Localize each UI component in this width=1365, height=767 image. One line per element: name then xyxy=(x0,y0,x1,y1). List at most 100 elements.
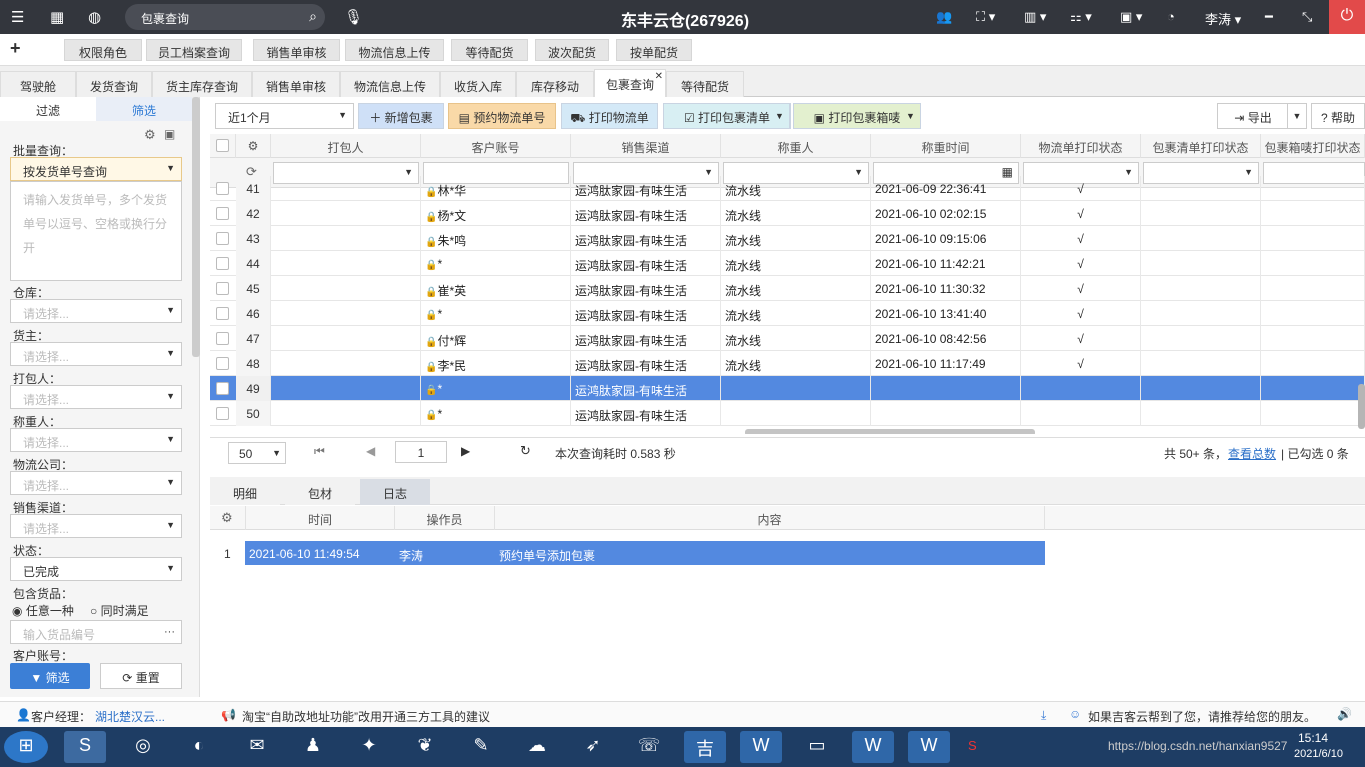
cloud-icon[interactable]: ☁ xyxy=(516,731,558,763)
add-package-button[interactable]: ＋ 新增包裹 xyxy=(358,103,444,129)
radio-any[interactable]: ◉ 任意一种 xyxy=(12,602,74,619)
filter-button[interactable]: ▼ 筛选 xyxy=(10,663,90,689)
owner-select[interactable]: 请选择... ▼ xyxy=(10,342,182,366)
table-row[interactable]: 49 🔒* 运鸿肽家园-有味生活 xyxy=(210,376,1365,401)
help-button[interactable]: ? 帮助 xyxy=(1311,103,1365,129)
col-packer[interactable]: 打包人 xyxy=(271,134,421,158)
tab-package-query[interactable]: 包裹查询 ✕ xyxy=(594,69,666,97)
col-list-print[interactable]: 包裹清单打印状态 xyxy=(1141,134,1261,158)
logistics-select[interactable]: 请选择... ▼ xyxy=(10,471,182,495)
tab-receiving[interactable]: 收货入库 xyxy=(440,71,516,97)
microphone-icon[interactable]: 🎙 xyxy=(344,8,363,26)
folder-icon[interactable]: ▭ xyxy=(796,731,838,763)
table-row[interactable]: 44 🔒* 运鸿肽家园-有味生活 流水线 2021-06-10 11:42:21 √ xyxy=(210,251,1365,276)
table-row[interactable]: 42 🔒杨*文 运鸿肽家园-有味生活 流水线 2021-06-10 02:02:15 √ xyxy=(210,201,1365,226)
row-checkbox[interactable] xyxy=(216,257,229,270)
page-size-select[interactable]: 50 ▼ xyxy=(228,442,286,464)
checkbox[interactable] xyxy=(216,139,229,152)
next-page-icon[interactable]: ▶ xyxy=(461,444,470,458)
browser-icon[interactable]: ◐ xyxy=(178,731,220,763)
search-icon[interactable]: ⌕ xyxy=(309,8,317,25)
restore-icon[interactable]: ⤡ xyxy=(1302,9,1312,25)
quick-item[interactable]: 员工档案查询 xyxy=(146,39,242,61)
start-button[interactable]: ⊞ xyxy=(4,731,48,763)
org-icon[interactable]: ⛶ ▾ xyxy=(976,9,995,25)
word2-icon[interactable]: W xyxy=(908,731,950,763)
chrome-icon[interactable]: ◎ xyxy=(122,731,164,763)
col-logistics-print[interactable]: 物流单打印状态 xyxy=(1021,134,1141,158)
briefcase-icon[interactable]: ▣ ▾ xyxy=(1120,9,1142,25)
gift-icon[interactable]: ✦ xyxy=(348,731,390,763)
table-row[interactable]: 43 🔒朱*鸣 运鸿肽家园-有味生活 流水线 2021-06-10 09:15:06 √ xyxy=(210,226,1365,251)
col-content[interactable]: 内容 xyxy=(495,506,1045,530)
prev-page-icon[interactable]: ◀ xyxy=(366,444,375,458)
radio-all[interactable]: ○ 同时满足 xyxy=(90,602,149,619)
print-logistics-button[interactable]: ⛟ 打印物流单 xyxy=(561,103,658,129)
weigher-select[interactable]: 请选择... ▼ xyxy=(10,428,182,452)
log-row[interactable]: 1 2021-06-10 11:49:54 李涛 预约单号添加包裹 xyxy=(210,541,1045,565)
tab-filter[interactable]: 过滤 xyxy=(0,97,96,121)
app-s-icon[interactable]: S xyxy=(64,731,106,763)
sidebar-scrollbar[interactable] xyxy=(192,97,200,357)
table-row[interactable]: 50 🔒* 运鸿肽家园-有味生活 xyxy=(210,401,1365,426)
row-checkbox[interactable] xyxy=(216,207,229,220)
manager-link[interactable]: 湖北楚汉云... xyxy=(95,708,165,725)
channel-select[interactable]: 请选择... ▼ xyxy=(10,514,182,538)
packer-select[interactable]: 请选择... ▼ xyxy=(10,385,182,409)
tab-sales-review[interactable]: 销售单审核 xyxy=(252,71,340,97)
period-select[interactable]: 近1个月 ▼ xyxy=(215,103,354,129)
tab-logistics-upload[interactable]: 物流信息上传 xyxy=(340,71,440,97)
tab-detail[interactable]: 明细 xyxy=(210,479,280,505)
grid-icon[interactable]: ⚏ ▾ xyxy=(1070,9,1092,25)
table-row[interactable]: 41 🔒林*华 运鸿肽家园-有味生活 流水线 2021-06-09 22:36:41 √ xyxy=(210,176,1365,201)
more-icon[interactable]: ··· xyxy=(164,626,175,638)
tab-material[interactable]: 包材 xyxy=(285,479,355,505)
quick-item[interactable]: 等待配货 xyxy=(451,39,528,61)
vertical-scrollbar[interactable] xyxy=(1358,384,1365,429)
first-page-icon[interactable]: ⏮ xyxy=(314,444,325,459)
quick-item[interactable]: 波次配货 xyxy=(535,39,609,61)
col-operator[interactable]: 操作员 xyxy=(395,506,495,530)
horizontal-scrollbar[interactable] xyxy=(745,429,1035,434)
gear-icon[interactable]: ⚙ xyxy=(144,127,156,143)
export-dropdown[interactable]: ▼ xyxy=(1287,103,1307,129)
apps-icon[interactable]: ▦ xyxy=(50,8,64,26)
tab-log[interactable]: 日志 xyxy=(360,479,430,505)
qq-icon[interactable]: ♟ xyxy=(292,731,334,763)
goods-input[interactable]: 输入货品编号 ··· xyxy=(10,620,182,644)
batch-textarea[interactable]: 请输入发货单号，多个发货单号以逗号、空格或换行分开 xyxy=(10,181,182,281)
col-account[interactable]: 客户账号 xyxy=(421,134,571,158)
book-icon[interactable]: ▥ ▾ xyxy=(1024,9,1046,25)
wps-icon[interactable]: W xyxy=(852,731,894,763)
tab-screen[interactable]: 筛选 xyxy=(96,97,192,121)
row-checkbox[interactable] xyxy=(216,407,229,420)
print-box-dropdown[interactable]: ▼ xyxy=(901,103,921,129)
col-weigher[interactable]: 称重人 xyxy=(721,134,871,158)
jike-icon[interactable]: 吉 xyxy=(684,731,726,763)
col-time[interactable]: 时间 xyxy=(245,506,395,530)
power-icon[interactable]: ⏻ xyxy=(1329,0,1365,34)
quick-item[interactable]: 权限角色 xyxy=(64,39,142,61)
row-checkbox[interactable] xyxy=(216,232,229,245)
tab-cockpit[interactable]: 驾驶舱 xyxy=(0,71,76,97)
table-row[interactable]: 47 🔒付*辉 运鸿肽家园-有味生活 流水线 2021-06-10 08:42:56 √ xyxy=(210,326,1365,351)
notes-icon[interactable]: ✎ xyxy=(460,731,502,763)
globe-icon[interactable]: ◍ xyxy=(88,8,101,26)
wechat-icon[interactable]: ✉ xyxy=(236,731,278,763)
reset-button[interactable]: ⟳ 重置 xyxy=(100,663,182,689)
gear-icon[interactable]: ⚙ xyxy=(236,134,271,158)
users-icon[interactable]: 👥 xyxy=(936,9,952,25)
bird-icon[interactable]: ➶ xyxy=(572,731,614,763)
tab-stock-move[interactable]: 库存移动 xyxy=(516,71,594,97)
status-select[interactable]: 已完成 ▼ xyxy=(10,557,182,581)
word-icon[interactable]: W xyxy=(740,731,782,763)
row-checkbox[interactable] xyxy=(216,357,229,370)
quick-item[interactable]: 销售单审核 xyxy=(253,39,340,61)
download-icon[interactable]: ⤓ xyxy=(1041,708,1046,723)
table-row[interactable]: 48 🔒李*民 运鸿肽家园-有味生活 流水线 2021-06-10 11:17:49 √ xyxy=(210,351,1365,376)
save-icon[interactable]: ▣ xyxy=(164,127,175,141)
butterfly-icon[interactable]: ❦ xyxy=(404,731,446,763)
reserve-number-button[interactable]: ▤ 预约物流单号 xyxy=(448,103,556,129)
print-list-dropdown[interactable]: ▼ xyxy=(770,103,790,129)
gear-icon[interactable]: ⚙ xyxy=(221,510,233,526)
